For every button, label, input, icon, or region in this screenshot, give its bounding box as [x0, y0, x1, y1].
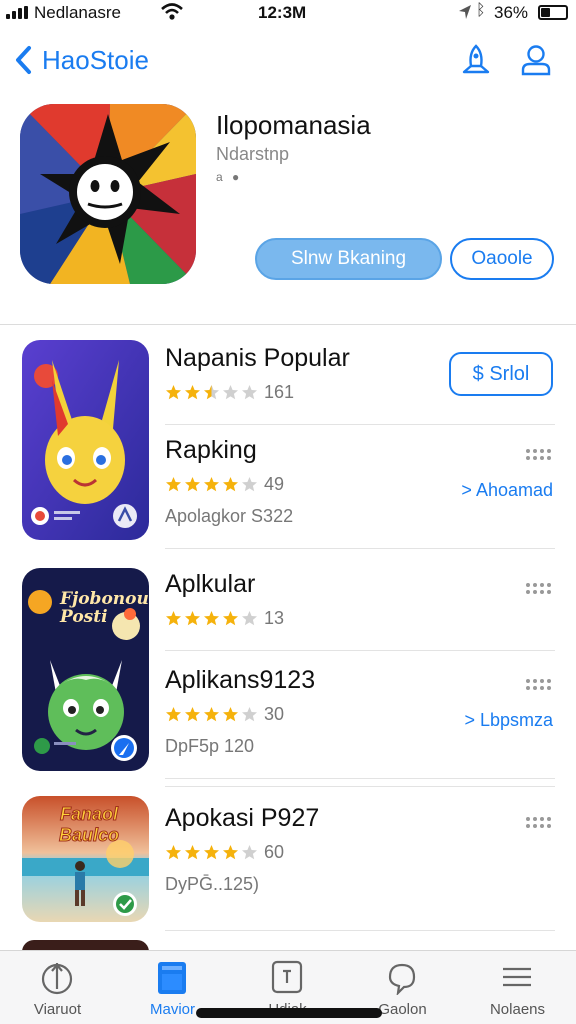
- beach-card[interactable]: Fanaol Baulco: [22, 796, 149, 922]
- star-icon: [242, 707, 257, 722]
- star-icon: [242, 477, 257, 492]
- carrier-label: Nedlanasre: [34, 3, 121, 22]
- home-indicator: [196, 1008, 382, 1018]
- app-icon: [20, 104, 196, 284]
- tab-label: Nolaens: [489, 1001, 546, 1018]
- row-divider: [165, 548, 555, 549]
- more-icon[interactable]: [525, 582, 553, 594]
- compass-icon: [41, 963, 73, 995]
- row-divider: [165, 778, 555, 779]
- list-item[interactable]: Rapking 49 Apolagkor S322 > Ahoamad: [165, 436, 555, 549]
- rating-count: 161: [264, 382, 295, 402]
- more-icon[interactable]: [525, 816, 553, 828]
- star-icon: [242, 385, 257, 400]
- status-bar: Nedlanasre 12:3M ᛒ 36%: [0, 0, 576, 28]
- rating-count: 49: [264, 474, 285, 494]
- star-icon: [204, 611, 219, 626]
- item-title: Napanis Popular: [165, 344, 350, 372]
- item-title: Rapking: [165, 436, 257, 464]
- account-icon[interactable]: [518, 42, 554, 78]
- star-icon: [166, 385, 181, 400]
- rating-count: 60: [264, 842, 285, 862]
- row-divider: [165, 930, 555, 931]
- item-subtitle: Apolagkor S322: [165, 506, 294, 526]
- star-icon: [166, 477, 181, 492]
- star-rating: 30: [165, 704, 284, 725]
- banner-text: Fanaol Baulco: [58, 804, 119, 846]
- chevron-left-icon: [16, 46, 31, 74]
- primary-action-button[interactable]: Slnw Bkaning: [255, 238, 442, 280]
- rating-count: 13: [264, 608, 285, 628]
- row-divider: [165, 424, 555, 425]
- secondary-action-button[interactable]: Oaoole: [450, 238, 554, 280]
- more-icon[interactable]: [525, 448, 553, 460]
- list-icon: [503, 967, 531, 987]
- rating-count: 30: [264, 704, 285, 724]
- back-button[interactable]: HaoStoie: [14, 40, 149, 80]
- star-icon: [185, 477, 200, 492]
- location-icon: [459, 5, 471, 19]
- battery-icon: [538, 5, 568, 20]
- list-item[interactable]: Apokasi P927 60 DyPḠ..125): [165, 804, 555, 914]
- apps-icon: [158, 962, 186, 994]
- star-icon: [204, 707, 219, 722]
- row-divider: [165, 786, 555, 787]
- star-icon: [204, 385, 219, 400]
- star-icon: [166, 611, 181, 626]
- star-icon: [185, 845, 200, 860]
- chat-icon: [388, 963, 416, 995]
- item-title: Apokasi P927: [165, 804, 320, 832]
- tab-explore[interactable]: Viaruot: [0, 951, 115, 1024]
- star-icon: [185, 385, 200, 400]
- wifi-icon: [161, 3, 183, 20]
- star-icon: [223, 845, 238, 860]
- link-action[interactable]: > Ahoamad: [461, 480, 553, 501]
- star-icon: [223, 707, 238, 722]
- tab-label: Viaruot: [33, 1001, 82, 1018]
- star-icon: [204, 845, 219, 860]
- item-subtitle: DpF5p 120: [165, 736, 255, 756]
- star-rating: 49: [165, 474, 284, 495]
- star-icon: [185, 611, 200, 626]
- tab-list[interactable]: Nolaens: [460, 951, 575, 1024]
- app-card-fox[interactable]: [22, 340, 149, 540]
- row-divider: [165, 650, 555, 651]
- signal-icon: [6, 6, 28, 19]
- list-item[interactable]: Aplkular 13: [165, 570, 555, 680]
- nav-bar: HaoStoie: [0, 30, 576, 90]
- more-icon[interactable]: [525, 678, 553, 690]
- star-icon: [204, 477, 219, 492]
- developer-name: Ndarstnp: [216, 144, 290, 164]
- list-item[interactable]: Aplikans9123 30 DpF5p 120 > Lbpsmza: [165, 666, 555, 779]
- share-icon[interactable]: [458, 42, 494, 78]
- item-title: Aplkular: [165, 570, 256, 598]
- price-button[interactable]: $ Srlol: [449, 352, 553, 396]
- battery-percent: 36%: [494, 3, 529, 22]
- star-icon: [223, 385, 238, 400]
- back-label: HaoStoie: [42, 44, 149, 75]
- games-icon: [271, 960, 303, 994]
- item-subtitle: DyPḠ..125): [165, 874, 260, 894]
- star-icon: [223, 611, 238, 626]
- app-title: Ilopomanasia: [216, 110, 371, 140]
- clock: 12:3M: [258, 3, 307, 22]
- star-icon: [242, 611, 257, 626]
- section-divider: [0, 324, 576, 325]
- star-icon: [166, 845, 181, 860]
- star-icon: [242, 845, 257, 860]
- app-header: Ilopomanasia Ndarstnp a ● Slnw Bkaning O…: [0, 96, 576, 322]
- star-icon: [223, 477, 238, 492]
- link-action[interactable]: > Lbpsmza: [464, 710, 553, 731]
- star-icon: [166, 707, 181, 722]
- app-meta: a ●: [216, 170, 243, 184]
- bluetooth-icon: ᛒ: [476, 2, 486, 19]
- star-rating: 13: [165, 608, 284, 629]
- promo-card[interactable]: Fjobonoui Posti: [22, 568, 149, 771]
- star-icon: [185, 707, 200, 722]
- promo-title: Fjobonoui Posti: [60, 589, 149, 627]
- item-title: Aplikans9123: [165, 666, 316, 694]
- star-rating: 60: [165, 842, 284, 863]
- star-rating: 161: [165, 382, 294, 403]
